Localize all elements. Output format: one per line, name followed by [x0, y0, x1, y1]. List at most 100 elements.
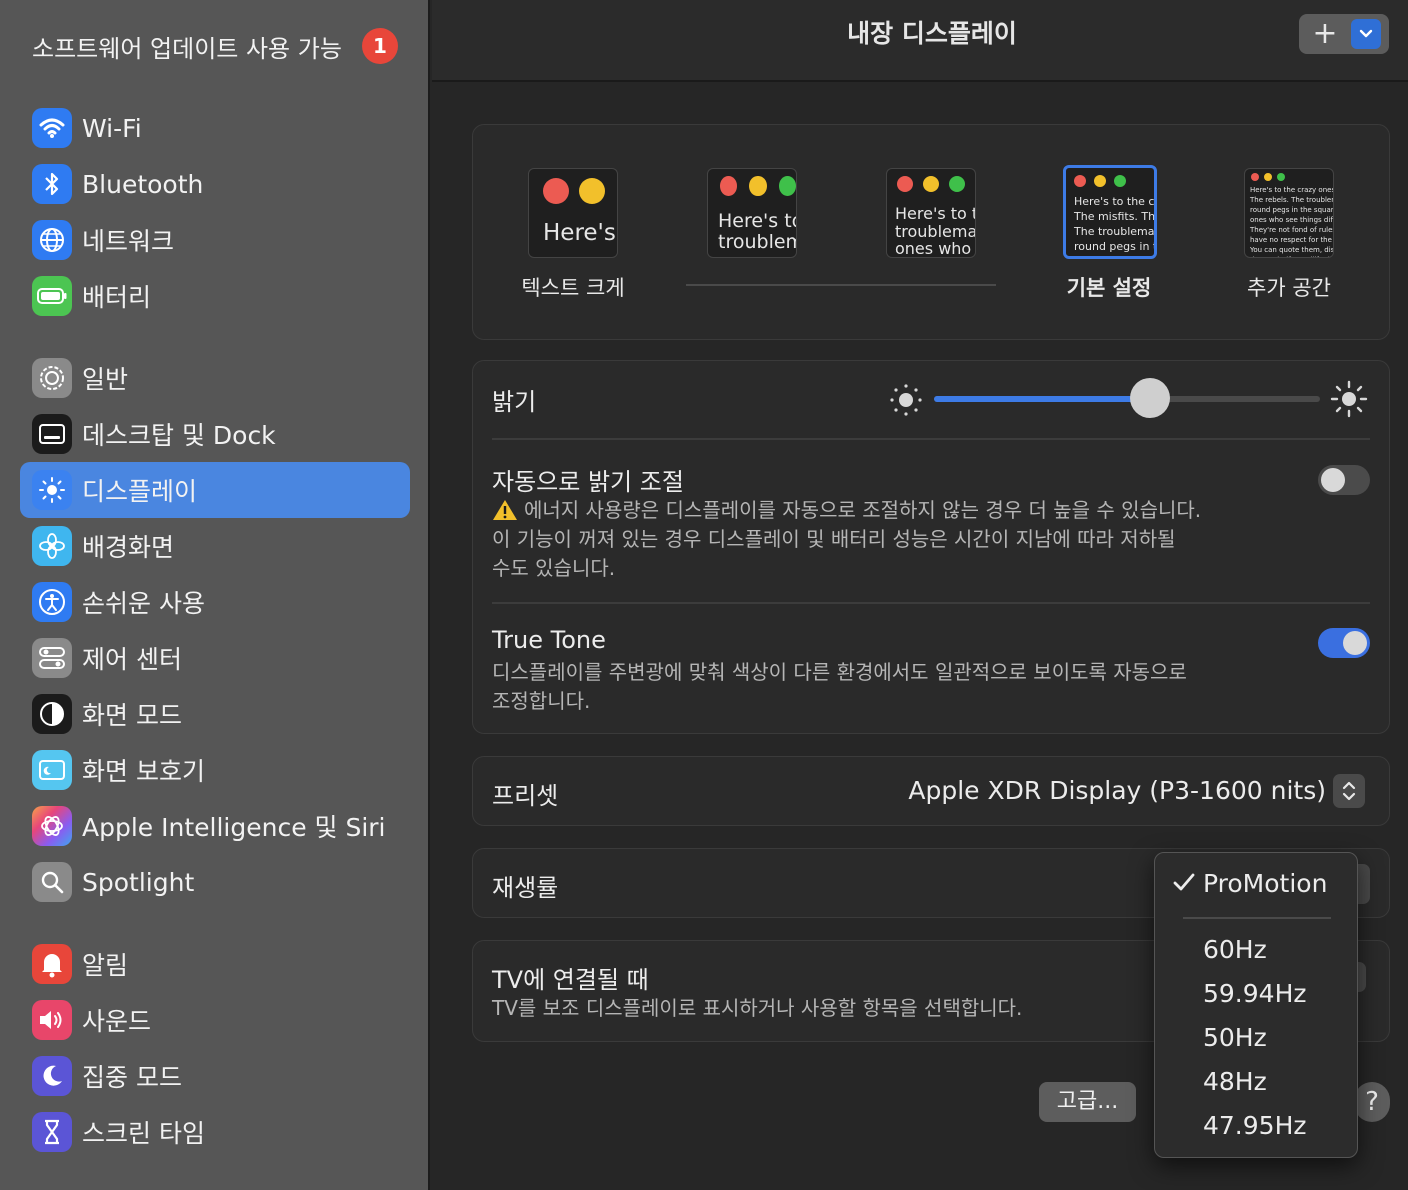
refresh-rate-label: 재생률 — [492, 874, 559, 902]
brightness-slider-fill — [934, 396, 1151, 402]
auto-brightness-title: 자동으로 밝기 조절 — [492, 468, 684, 496]
sidebar-item-label: Bluetooth — [82, 169, 204, 199]
resolution-option-default[interactable]: Here's to the crazy ones. The misfits. T… — [1063, 165, 1157, 259]
true-tone-toggle[interactable] — [1318, 628, 1370, 658]
sidebar-item-label: 배터리 — [82, 283, 152, 312]
sidebar-item-label: 네트워크 — [82, 227, 175, 256]
chevron-down-icon[interactable] — [1351, 19, 1381, 49]
sidebar-item-displays[interactable]: 디스플레이 — [20, 462, 410, 518]
battery-icon — [32, 276, 72, 316]
sidebar-item-label: 사운드 — [82, 1007, 152, 1036]
label-larger-text: 텍스트 크게 — [521, 276, 625, 300]
sidebar-item-spotlight[interactable]: Spotlight — [20, 854, 410, 910]
true-tone-title: True Tone — [492, 626, 606, 654]
sidebar: 소프트웨어 업데이트 사용 가능 1 Wi-Fi Bluetooth 네트워크 … — [0, 0, 430, 1190]
globe-icon — [32, 220, 72, 260]
hourglass-icon — [32, 1112, 72, 1152]
sidebar-item-accessibility[interactable]: 손쉬운 사용 — [20, 574, 410, 630]
resolution-option-larger-text[interactable]: Here's — [528, 168, 618, 258]
thumb-text: Here's to the crazy ones. The misfits. T… — [1074, 195, 1157, 256]
sidebar-item-focus[interactable]: 집중 모드 — [20, 1048, 410, 1104]
menu-item-promotion[interactable]: ProMotion — [1203, 869, 1327, 898]
software-update-row[interactable]: 소프트웨어 업데이트 사용 가능 1 — [32, 28, 402, 64]
window-header: 내장 디스플레이 + — [432, 0, 1408, 82]
divider — [492, 602, 1370, 604]
preset-label: 프리셋 — [492, 782, 559, 810]
divider — [492, 438, 1370, 440]
sidebar-item-label: Spotlight — [82, 867, 195, 897]
sidebar-item-sound[interactable]: 사운드 — [20, 992, 410, 1048]
menu-item-48hz[interactable]: 48Hz — [1203, 1067, 1267, 1096]
menu-item-47-95hz[interactable]: 47.95Hz — [1203, 1111, 1307, 1140]
help-button[interactable]: ? — [1354, 1082, 1390, 1122]
tv-description: TV를 보조 디스플레이로 표시하거나 사용할 항목을 선택합니다. — [492, 996, 1023, 1020]
control-center-icon — [32, 638, 72, 678]
add-display-button[interactable]: + — [1299, 14, 1389, 54]
resolution-track — [686, 284, 996, 286]
sidebar-item-label: 알림 — [82, 951, 129, 980]
sidebar-item-label: 손쉬운 사용 — [82, 589, 205, 618]
refresh-rate-menu: ProMotion 60Hz 59.94Hz 50Hz 48Hz 47.95Hz — [1154, 852, 1358, 1158]
sidebar-item-label: 화면 보호기 — [82, 757, 205, 786]
sidebar-item-label: 배경화면 — [82, 533, 175, 562]
sidebar-item-appearance[interactable]: 화면 모드 — [20, 686, 410, 742]
sidebar-item-label: Wi-Fi — [82, 113, 142, 143]
resolution-option-3[interactable]: Here's to the troublemakers. The ones wh… — [886, 168, 976, 258]
preset-value[interactable]: Apple XDR Display (P3-1600 nits) — [900, 776, 1326, 805]
resolution-option-more-space[interactable]: Here's to the crazy ones. The misfits. T… — [1244, 168, 1334, 258]
thumb-text: Here's — [543, 220, 616, 246]
auto-brightness-description-line2: 이 기능이 꺼져 있는 경우 디스플레이 및 배터리 성능은 시간이 지남에 따… — [492, 527, 1176, 551]
sidebar-item-bluetooth[interactable]: Bluetooth — [20, 156, 410, 212]
sidebar-item-screen-time[interactable]: 스크린 타임 — [20, 1104, 410, 1160]
sun-bright-icon — [1330, 380, 1368, 422]
accessibility-icon — [32, 582, 72, 622]
wifi-icon — [32, 108, 72, 148]
advanced-button[interactable]: 고급... — [1039, 1082, 1136, 1122]
toggle-knob — [1321, 468, 1345, 492]
menu-item-50hz[interactable]: 50Hz — [1203, 1023, 1267, 1052]
sidebar-item-wifi[interactable]: Wi-Fi — [20, 100, 410, 156]
checkmark-icon — [1173, 869, 1195, 898]
sidebar-item-screensaver[interactable]: 화면 보호기 — [20, 742, 410, 798]
menu-item-60hz[interactable]: 60Hz — [1203, 935, 1267, 964]
page-title: 내장 디스플레이 — [847, 19, 1017, 48]
sidebar-item-battery[interactable]: 배터리 — [20, 268, 410, 324]
gear-icon — [32, 358, 72, 398]
sidebar-item-label: 화면 모드 — [82, 701, 182, 730]
sidebar-item-desktop-dock[interactable]: 데스크탑 및 Dock — [20, 406, 410, 462]
tv-title: TV에 연결될 때 — [492, 966, 649, 994]
appearance-icon — [32, 694, 72, 734]
sidebar-item-general[interactable]: 일반 — [20, 350, 410, 406]
resolution-option-2[interactable]: Here's to the troublemakers — [707, 168, 797, 258]
sidebar-item-network[interactable]: 네트워크 — [20, 212, 410, 268]
thumb-text: Here's to the troublemakers — [718, 210, 796, 253]
auto-brightness-toggle[interactable] — [1318, 465, 1370, 495]
software-update-label: 소프트웨어 업데이트 사용 가능 — [32, 34, 342, 63]
thumb-text: Here's to the troublemakers. The ones wh… — [895, 204, 975, 258]
preset-popup-stepper[interactable] — [1333, 774, 1365, 808]
wallpaper-flower-icon — [32, 526, 72, 566]
auto-brightness-description-line1: 에너지 사용량은 디스플레이를 자동으로 조절하지 않는 경우 더 높을 수 있… — [524, 498, 1202, 522]
display-sun-icon — [32, 470, 72, 510]
sidebar-item-label: 제어 센터 — [82, 645, 182, 674]
moon-icon — [32, 1056, 72, 1096]
sidebar-item-wallpaper[interactable]: 배경화면 — [20, 518, 410, 574]
spotlight-search-icon — [32, 862, 72, 902]
screensaver-icon — [32, 750, 72, 790]
sidebar-item-apple-intelligence-siri[interactable]: Apple Intelligence 및 Siri — [20, 798, 410, 854]
label-more-space: 추가 공간 — [1247, 276, 1331, 300]
bluetooth-icon — [32, 164, 72, 204]
brightness-slider-knob[interactable] — [1130, 378, 1171, 418]
warning-triangle-icon — [492, 498, 518, 526]
sidebar-item-notifications[interactable]: 알림 — [20, 936, 410, 992]
brightness-label: 밝기 — [492, 388, 537, 416]
sidebar-item-label: 스크린 타임 — [82, 1119, 205, 1148]
question-icon: ? — [1365, 1087, 1379, 1117]
dock-icon — [32, 414, 72, 454]
menu-item-59-94hz[interactable]: 59.94Hz — [1203, 979, 1307, 1008]
sidebar-item-label: 데스크탑 및 Dock — [82, 421, 276, 450]
sidebar-item-control-center[interactable]: 제어 센터 — [20, 630, 410, 686]
auto-brightness-description-line3: 수도 있습니다. — [492, 556, 616, 580]
siri-icon — [32, 806, 72, 846]
toggle-knob — [1343, 631, 1367, 655]
